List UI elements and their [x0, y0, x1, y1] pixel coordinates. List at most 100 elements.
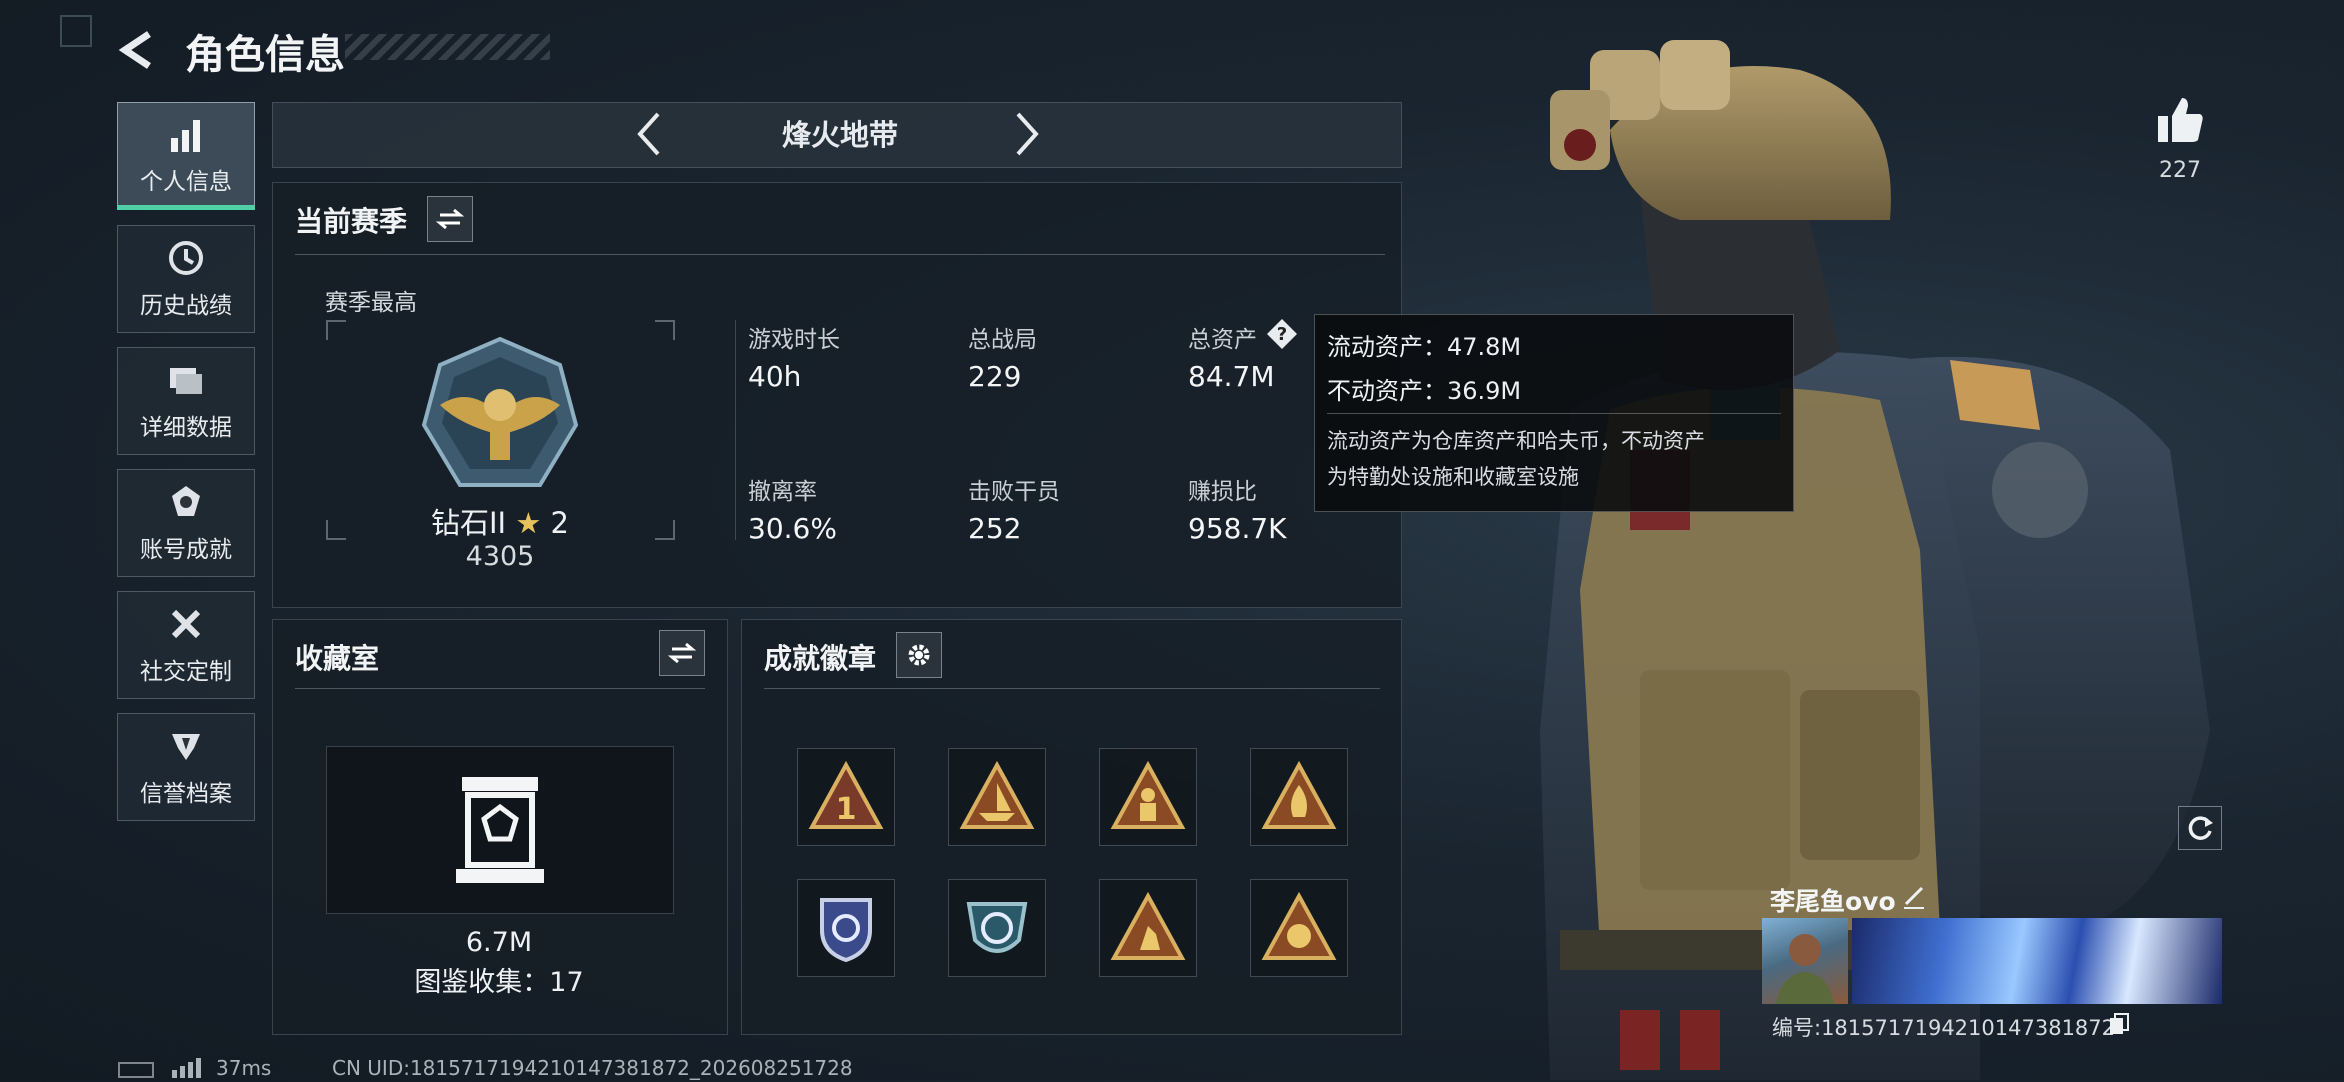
sidebar-item-reputation[interactable]: 信誉档案 [117, 713, 255, 821]
collection-title: 收藏室 [295, 642, 380, 675]
season-switch-button[interactable] [427, 196, 473, 242]
achievement-badge[interactable] [1250, 879, 1348, 977]
frame-corner [326, 320, 346, 340]
help-icon[interactable]: ? [1266, 318, 1298, 350]
page-title: 角色信息 [185, 32, 345, 78]
tooltip-liquid-assets: 流动资产：47.8M [1327, 333, 1522, 361]
sidebar-item-personal-info[interactable]: 个人信息 [117, 102, 255, 210]
achievement-badge[interactable] [1250, 748, 1348, 846]
collection-preview[interactable] [326, 746, 674, 914]
divider [295, 688, 705, 689]
stat-value-matches: 229 [968, 360, 1022, 393]
bar-chart-icon [171, 120, 200, 152]
ping-text: 37ms [216, 1056, 272, 1080]
sidebar-item-label: 信誉档案 [140, 781, 232, 807]
achievement-badge[interactable] [948, 879, 1046, 977]
badge-crest-icon [966, 902, 1028, 953]
frame-corner [326, 520, 346, 540]
thumbs-up-icon [2158, 98, 2203, 142]
sidebar-item-achievements[interactable]: 账号成就 [117, 469, 255, 577]
season-best-label: 赛季最高 [325, 290, 417, 316]
back-button[interactable] [115, 28, 159, 72]
achievement-badge[interactable]: 1 [797, 748, 895, 846]
sidebar-item-label: 社交定制 [140, 659, 232, 685]
stats-divider [735, 320, 736, 540]
battery-icon [118, 1062, 154, 1078]
corner-bracket [60, 15, 92, 47]
player-banner [1852, 918, 2222, 1004]
achievement-badge[interactable] [1099, 879, 1197, 977]
badge-triangle-figure-icon [1110, 760, 1186, 829]
tooltip-divider [1327, 413, 1781, 414]
season-title: 当前赛季 [295, 205, 408, 238]
avatar-portrait-icon [1776, 934, 1834, 1004]
achievement-badge[interactable] [797, 879, 895, 977]
badge-triangle-runner-icon [1110, 891, 1186, 960]
reputation-icon [172, 734, 200, 760]
rank-emblem-icon [421, 336, 579, 487]
stat-value-kills: 252 [968, 512, 1022, 545]
rank-score: 4305 [465, 541, 535, 572]
chevron-left-icon [637, 112, 660, 156]
stat-label-profit-ratio: 赚损比 [1188, 479, 1257, 505]
divider [764, 688, 1380, 689]
sidebar-item-label: 历史战绩 [140, 293, 232, 319]
divider [295, 254, 1385, 255]
sidebar-item-social[interactable]: 社交定制 [117, 591, 255, 699]
stat-value-assets: 84.7M [1188, 360, 1275, 393]
signal-icon [170, 1056, 206, 1078]
rank-row: 钻石II ★ 2 [420, 500, 580, 542]
sidebar-item-label: 个人信息 [140, 169, 232, 195]
badge-triangle-1-icon: 1 [808, 760, 884, 829]
mode-name: 烽火地带 [781, 118, 898, 152]
svg-text:1: 1 [836, 792, 857, 827]
stat-label-playtime: 游戏时长 [748, 327, 840, 353]
edit-name-button[interactable] [1900, 882, 1928, 910]
tooltip-fixed-assets: 不动资产：36.9M [1327, 377, 1522, 405]
rotate-character-button[interactable] [2178, 806, 2222, 850]
chevron-right-icon [1016, 112, 1039, 156]
tooltip-desc-line1: 流动资产为仓库资产和哈夫币，不动资产 [1327, 429, 1705, 453]
like-button[interactable] [2154, 94, 2206, 146]
sidebar-item-label: 详细数据 [140, 415, 232, 441]
achievement-badge[interactable] [1099, 748, 1197, 846]
star-icon: ★ [515, 506, 542, 540]
achievement-badge[interactable] [948, 748, 1046, 846]
next-mode-button[interactable] [1006, 108, 1046, 160]
stat-value-playtime: 40h [748, 360, 802, 393]
display-case-icon [456, 777, 544, 883]
player-avatar[interactable] [1762, 918, 1848, 1004]
achievement-settings-button[interactable] [896, 632, 942, 678]
rank-stars: 2 [550, 506, 569, 540]
badge-triangle-fire-icon [1261, 760, 1337, 829]
prev-mode-button[interactable] [630, 108, 670, 160]
sidebar-item-details[interactable]: 详细数据 [117, 347, 255, 455]
sidebar-item-label: 账号成就 [140, 537, 232, 563]
sidebar-item-history[interactable]: 历史战绩 [117, 225, 255, 333]
assets-tooltip: 流动资产：47.8M 不动资产：36.9M 流动资产为仓库资产和哈夫币，不动资产… [1314, 314, 1794, 512]
frame-corner [655, 520, 675, 540]
tooltip-desc-line2: 为特勤处设施和收藏室设施 [1327, 465, 1579, 489]
collection-value: 6.7M [465, 927, 533, 958]
refresh-icon [2188, 816, 2213, 840]
achievement-icon [172, 486, 200, 516]
swap-icon [668, 642, 696, 664]
achievements-title: 成就徽章 [764, 642, 877, 675]
svg-text:?: ? [1277, 324, 1287, 345]
copy-id-button[interactable] [2108, 1012, 2130, 1036]
stat-label-extraction-rate: 撤离率 [748, 479, 817, 505]
gear-icon [908, 644, 930, 666]
stat-value-profit-ratio: 958.7K [1188, 512, 1287, 545]
pencil-icon [1904, 886, 1924, 909]
folder-icon [170, 368, 202, 394]
frame-corner [655, 320, 675, 340]
player-id: 编号:1815717194210147381872 [1772, 1016, 2116, 1040]
stat-label-assets: 总资产 [1188, 327, 1257, 353]
badge-triangle-ship-icon [959, 760, 1035, 829]
collection-switch-button[interactable] [659, 630, 705, 676]
stat-value-extraction-rate: 30.6% [748, 512, 837, 545]
active-indicator [117, 205, 255, 210]
player-name: 李尾鱼ovo [1770, 887, 1896, 916]
like-count: 227 [2159, 158, 2201, 183]
stat-label-matches: 总战局 [968, 327, 1037, 353]
